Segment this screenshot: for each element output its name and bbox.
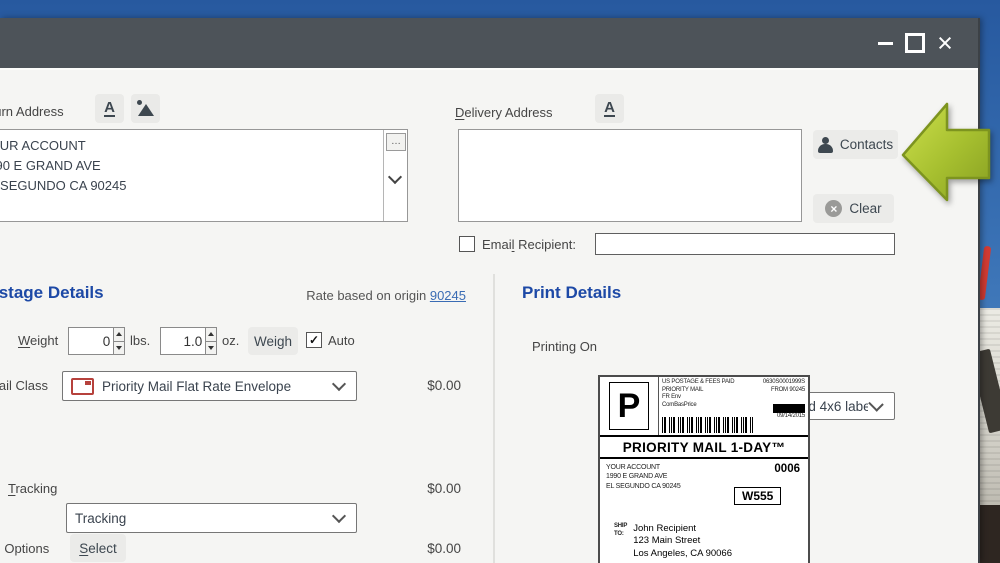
auto-weight-checkbox[interactable]: ✓ (306, 332, 322, 348)
app-window: × Return Address A YOUR ACCOUNT 1990 E G… (0, 18, 991, 563)
mail-class-price: $0.00 (427, 378, 461, 393)
mail-class-label: Mail Class (0, 378, 48, 393)
label-postage-lines: US POSTAGE & FEES PAID PRIORITY MAIL FR … (662, 379, 735, 408)
font-icon: A (604, 99, 615, 117)
contacts-button[interactable]: Contacts (813, 130, 898, 159)
check-icon: ✓ (308, 333, 320, 347)
chevron-down-icon (387, 169, 403, 185)
maximize-icon (905, 33, 925, 53)
delivery-font-button[interactable]: A (595, 94, 624, 123)
triangle-up-icon (116, 332, 123, 337)
weight-oz-input[interactable] (161, 328, 206, 354)
label-barcode (662, 417, 754, 433)
chevron-down-icon (331, 508, 347, 524)
wallpaper-mailbox-post (977, 505, 1000, 563)
return-image-button[interactable] (131, 94, 160, 123)
lbs-unit-label: lbs. (130, 333, 151, 348)
image-icon (136, 100, 154, 116)
mail-class-value: Priority Mail Flat Rate Envelope (102, 378, 292, 394)
chevron-down-icon (868, 396, 884, 412)
green-arrow-annotation (901, 102, 991, 202)
label-ship-to-tag: SHIP TO: (614, 523, 628, 537)
tracking-dropdown[interactable]: Tracking (66, 503, 357, 533)
label-routing-code: W555 (734, 487, 782, 505)
label-service-banner: PRIORITY MAIL 1-DAY™ (600, 437, 808, 459)
lbs-increment-button[interactable] (114, 328, 124, 341)
return-address-textarea[interactable]: YOUR ACCOUNT 1990 E GRAND AVE EL SEGUNDO… (0, 129, 408, 222)
priority-p-mark: P (609, 382, 649, 430)
delivery-address-textarea[interactable] (458, 129, 802, 222)
origin-zip-link[interactable]: 90245 (430, 288, 466, 303)
tracking-value: Tracking (75, 510, 127, 526)
minimize-button[interactable] (870, 28, 900, 58)
email-recipient-label: Email Recipient: (482, 237, 576, 252)
ellipsis-icon: … (391, 136, 401, 147)
tracking-label: Tracking (8, 481, 58, 496)
scroll-down-button[interactable] (387, 169, 403, 185)
email-recipient-checkbox[interactable] (459, 236, 475, 252)
font-icon: A (104, 99, 115, 117)
printing-on-label: Printing On (532, 339, 598, 354)
mail-class-dropdown[interactable]: Priority Mail Flat Rate Envelope (62, 371, 357, 401)
clear-button-label: Clear (849, 201, 882, 216)
shipping-label-preview: P US POSTAGE & FEES PAID PRIORITY MAIL F… (598, 375, 810, 563)
weigh-button-label: Weigh (253, 333, 293, 349)
tracking-price: $0.00 (427, 481, 461, 496)
label-meta-id: 0630S0001999S (762, 379, 805, 385)
person-icon (817, 136, 833, 153)
minimize-icon (877, 41, 893, 45)
weigh-button[interactable]: Weigh (248, 327, 298, 355)
more-addresses-button[interactable]: … (386, 133, 406, 151)
close-icon: × (937, 27, 953, 58)
return-textarea-side-strip: … (383, 130, 407, 221)
wallpaper-mailbox (969, 308, 1000, 508)
maximize-button[interactable] (900, 28, 930, 58)
postage-details-heading: Postage Details (0, 283, 104, 302)
close-button[interactable]: × (930, 28, 960, 58)
triangle-down-icon (116, 345, 123, 350)
print-details-heading: Print Details (522, 283, 622, 302)
label-sequence-number: 0006 (774, 463, 800, 475)
weight-lbs-stepper (68, 327, 125, 355)
weight-label: Weight (18, 333, 59, 348)
intl-select-button[interactable]: Select (70, 534, 126, 562)
intl-options-price: $0.00 (427, 541, 461, 556)
circle-x-icon: × (825, 200, 843, 217)
label-meta-from: FROM 90245 (770, 386, 805, 393)
triangle-down-icon (208, 345, 215, 350)
oz-unit-label: oz. (222, 333, 240, 348)
label-zip-block (773, 404, 805, 413)
oz-decrement-button[interactable] (206, 340, 216, 354)
return-font-button[interactable]: A (95, 94, 124, 123)
column-divider (493, 274, 495, 563)
return-address-label: Return Address (0, 104, 64, 119)
intl-options-label: Int'l Options (0, 541, 50, 556)
label-to-address: John Recipient 123 Main Street Los Angel… (633, 523, 732, 559)
title-bar: × (0, 18, 978, 68)
auto-label: Auto (328, 333, 355, 348)
clear-button[interactable]: × Clear (813, 194, 894, 223)
label-meta-date: 09/14/2015 (776, 413, 805, 419)
email-recipient-input[interactable] (595, 233, 895, 255)
weight-lbs-input[interactable] (69, 328, 114, 354)
contacts-button-label: Contacts (839, 137, 894, 152)
triangle-up-icon (208, 332, 215, 337)
rate-origin-text: Rate based on origin 90245 (306, 288, 466, 303)
weight-oz-stepper (160, 327, 217, 355)
chevron-down-icon (331, 376, 347, 392)
select-button-label: Select (79, 540, 117, 556)
delivery-address-label: Delivery Address (455, 105, 553, 120)
oz-increment-button[interactable] (206, 328, 216, 341)
label-postage-block: P US POSTAGE & FEES PAID PRIORITY MAIL F… (600, 377, 808, 437)
flat-rate-envelope-icon (71, 377, 94, 395)
lbs-decrement-button[interactable] (114, 340, 124, 354)
return-address-text: YOUR ACCOUNT 1990 E GRAND AVE EL SEGUNDO… (0, 138, 127, 193)
window-body: Return Address A YOUR ACCOUNT 1990 E GRA… (0, 68, 991, 563)
